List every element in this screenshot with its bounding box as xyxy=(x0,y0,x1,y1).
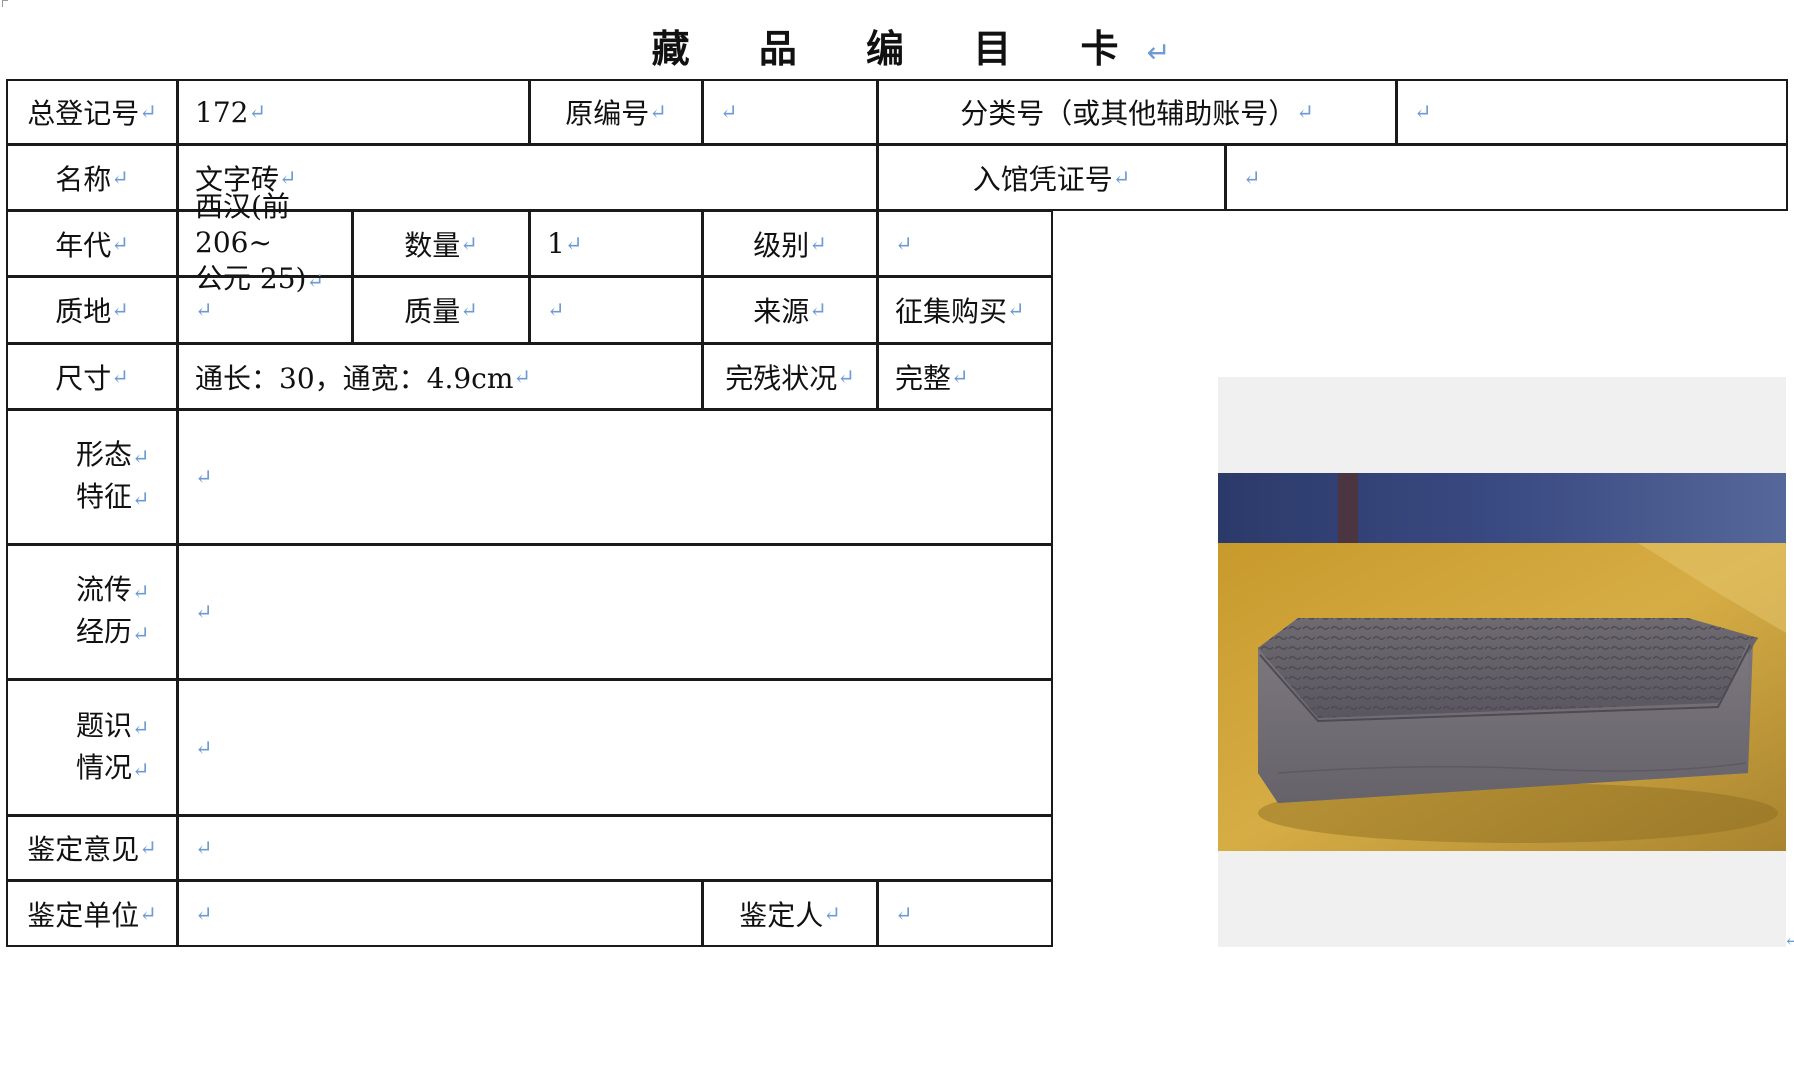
value-morphology[interactable]: ↵ xyxy=(177,409,1053,545)
label-era: 年代 ↵ xyxy=(6,210,178,277)
label-appraisal-unit: 鉴定单位 ↵ xyxy=(6,880,178,947)
value-appraiser[interactable]: ↵ xyxy=(877,880,1053,947)
label-grade: 级别 ↵ xyxy=(702,210,878,277)
value-provenance[interactable]: ↵ xyxy=(177,544,1053,680)
value-entry-voucher[interactable]: ↵ xyxy=(1225,144,1788,211)
value-weight[interactable]: ↵ xyxy=(529,276,703,344)
edge-paragraph-mark: ↵ xyxy=(1784,930,1794,951)
label-name: 名称 ↵ xyxy=(6,144,178,211)
label-morphology: 形态↵ 特征↵ xyxy=(6,409,178,545)
value-condition[interactable]: 完整 ↵ xyxy=(877,343,1053,410)
value-material[interactable]: ↵ xyxy=(177,276,353,344)
label-quantity: 数量 ↵ xyxy=(352,210,530,277)
page-title: 藏 品 编 目 卡↵ xyxy=(651,27,1171,71)
label-appraiser: 鉴定人 ↵ xyxy=(702,880,878,947)
era-line-1: 西汉(前 206~ xyxy=(195,189,290,259)
value-orig-no[interactable]: ↵ xyxy=(702,79,878,145)
label-size: 尺寸 ↵ xyxy=(6,343,178,410)
value-inscription[interactable]: ↵ xyxy=(177,679,1053,816)
value-class-no[interactable]: ↵ xyxy=(1396,79,1788,145)
value-era[interactable]: 西汉(前 206~ 公元 25)↵ xyxy=(177,190,353,295)
label-inscription: 题识↵ 情况↵ xyxy=(6,679,178,816)
label-total-reg-no: 总登记号 ↵ xyxy=(6,79,178,145)
value-source[interactable]: 征集购买 ↵ xyxy=(877,276,1053,344)
label-weight: 质量 ↵ xyxy=(352,276,530,344)
artifact-photo[interactable] xyxy=(1218,473,1786,851)
label-source: 来源 ↵ xyxy=(702,276,878,344)
value-total-reg-no[interactable]: 172 ↵ xyxy=(177,79,530,145)
label-entry-voucher: 入馆凭证号 ↵ xyxy=(877,144,1226,211)
page-corner-mark xyxy=(2,0,8,7)
label-condition: 完残状况 ↵ xyxy=(702,343,878,410)
value-size[interactable]: 通长：30，通宽：4.9cm ↵ xyxy=(177,343,703,410)
label-appraisal-opinion: 鉴定意见 ↵ xyxy=(6,815,178,881)
value-grade[interactable]: ↵ xyxy=(877,210,1053,277)
label-class-no: 分类号（或其他辅助账号） ↵ xyxy=(877,79,1397,145)
value-quantity[interactable]: 1 ↵ xyxy=(529,210,703,277)
value-appraisal-unit[interactable]: ↵ xyxy=(177,880,703,947)
label-material: 质地 ↵ xyxy=(6,276,178,344)
label-provenance: 流传↵ 经历↵ xyxy=(6,544,178,680)
brick-image xyxy=(1218,473,1786,851)
label-orig-no: 原编号 ↵ xyxy=(529,79,703,145)
value-appraisal-opinion[interactable]: ↵ xyxy=(177,815,1053,881)
